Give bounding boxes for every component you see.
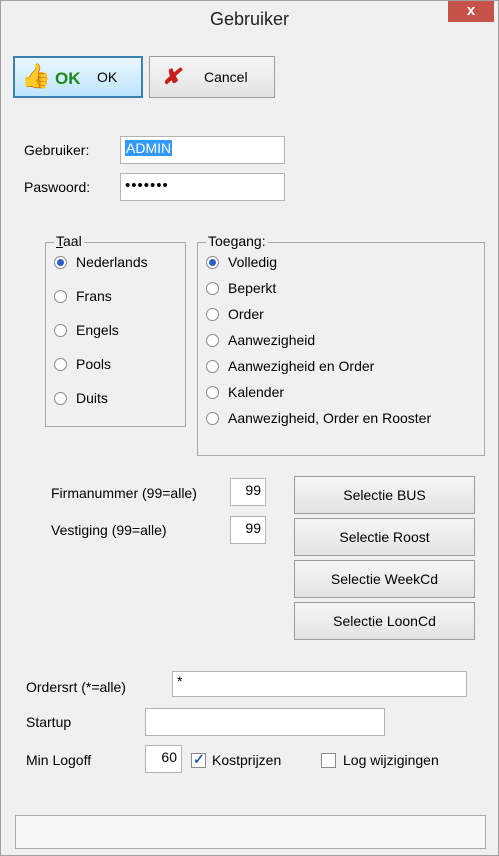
ok-button[interactable]: 👍 OK OK [13, 56, 143, 98]
radio-button-icon[interactable] [54, 357, 67, 371]
toegang-radio-order[interactable]: Order [206, 306, 264, 322]
radio-label: Beperkt [228, 280, 277, 296]
taal-radio-pools[interactable]: Pools [54, 356, 111, 372]
ok-icon-text: OK [55, 69, 81, 88]
ordersrt-field[interactable]: * [172, 671, 467, 697]
ordersrt-label: Ordersrt (*=alle) [26, 679, 126, 695]
radio-button-icon[interactable] [54, 391, 67, 405]
radio-button-icon[interactable] [206, 255, 219, 269]
toegang-radio-volledig[interactable]: Volledig [206, 254, 277, 270]
logoff-label: Min Logoff [26, 752, 92, 768]
logoff-field[interactable]: 60 [145, 745, 182, 773]
toegang-legend: Toegang: [206, 233, 268, 249]
radio-label: Pools [76, 356, 112, 372]
toegang-radio-aanwezigheid[interactable]: Aanwezigheid [206, 332, 315, 348]
taal-radio-duits[interactable]: Duits [54, 390, 108, 406]
user-value: ADMIN [125, 140, 173, 156]
radio-label: Duits [76, 390, 108, 406]
radio-label: Volledig [228, 254, 278, 270]
kostprijzen-checkbox[interactable] [191, 751, 206, 768]
taal-radio-nederlands[interactable]: Nederlands [54, 254, 148, 270]
window-title: Gebruiker [209, 9, 290, 29]
password-label: Paswoord: [24, 179, 91, 195]
firma-value: 99 [245, 482, 261, 498]
thumbs-up-icon: 👍 [21, 63, 51, 90]
radio-button-icon[interactable] [206, 411, 219, 425]
selectie-weekcd-button[interactable]: Selectie WeekCd [294, 560, 475, 598]
taal-legend-accesskey: T [56, 233, 63, 249]
toegang-radio-kalender[interactable]: Kalender [206, 384, 284, 400]
cancel-x-icon: ✘ [162, 64, 181, 89]
taal-radio-engels[interactable]: Engels [54, 322, 119, 338]
ordersrt-value: * [177, 673, 183, 689]
radio-label: Aanwezigheid en Order [228, 358, 375, 374]
radio-label: Kalender [228, 384, 285, 400]
close-button[interactable]: x [448, 1, 494, 22]
toegang-radio-beperkt[interactable]: Beperkt [206, 280, 276, 296]
selectie-roost-button[interactable]: Selectie Roost [294, 518, 475, 556]
radio-label: Engels [76, 322, 119, 338]
kostprijzen-label[interactable]: Kostprijzen [212, 752, 281, 768]
taal-radio-frans[interactable]: Frans [54, 288, 112, 304]
selectie-looncd-button[interactable]: Selectie LoonCd [294, 602, 475, 640]
radio-button-icon[interactable] [54, 323, 67, 337]
radio-button-icon[interactable] [206, 333, 219, 347]
user-label: Gebruiker: [24, 142, 90, 158]
radio-button-icon[interactable] [206, 307, 219, 321]
vestiging-label: Vestiging (99=alle) [51, 522, 167, 538]
logoff-value: 60 [161, 749, 177, 765]
radio-button-icon[interactable] [206, 385, 219, 399]
toegang-radio-aanwezigheid-order-en-rooster[interactable]: Aanwezigheid, Order en Rooster [206, 410, 431, 426]
radio-label: Aanwezigheid [228, 332, 316, 348]
radio-label: Frans [76, 288, 112, 304]
taal-legend: Taal [54, 233, 84, 249]
window: Gebruiker x 👍 OK OK ✘ Cancel Gebruiker: … [0, 0, 499, 856]
radio-button-icon[interactable] [206, 281, 219, 295]
password-field[interactable]: ••••••• [120, 173, 285, 201]
ok-label: OK [97, 69, 118, 85]
toegang-group: Toegang: Volledig Beperkt Order Aanwezighei… [197, 233, 485, 456]
selectie-bus-button[interactable]: Selectie BUS [294, 476, 475, 514]
status-bar [15, 815, 486, 849]
vestiging-value: 99 [245, 520, 261, 536]
vestiging-field[interactable]: 99 [230, 516, 266, 544]
radio-button-icon[interactable] [206, 359, 219, 373]
radio-label: Order [228, 306, 264, 322]
radio-button-icon[interactable] [54, 289, 67, 303]
user-field[interactable]: ADMIN [120, 136, 285, 164]
startup-field[interactable] [145, 708, 385, 736]
firma-label: Firmanummer (99=alle) [51, 485, 197, 501]
startup-label: Startup [26, 714, 72, 730]
log-wijzigingen-checkbox[interactable] [321, 753, 336, 768]
taal-group: Taal Nederlands Frans Engels Pools Duits [45, 233, 186, 427]
radio-label: Nederlands [76, 254, 148, 270]
radio-button-icon[interactable] [54, 255, 67, 269]
firma-field[interactable]: 99 [230, 478, 266, 506]
toegang-radio-aanwezigheid-en-order[interactable]: Aanwezigheid en Order [206, 358, 374, 374]
title-bar: Gebruiker x [1, 1, 498, 37]
cancel-button[interactable]: ✘ Cancel [149, 56, 275, 98]
radio-label: Aanwezigheid, Order en Rooster [228, 410, 432, 426]
password-value: ••••••• [125, 177, 169, 194]
taal-legend-rest: aal [63, 233, 82, 249]
cancel-label: Cancel [204, 69, 248, 85]
log-wijzigingen-label[interactable]: Log wijzigingen [343, 752, 439, 768]
